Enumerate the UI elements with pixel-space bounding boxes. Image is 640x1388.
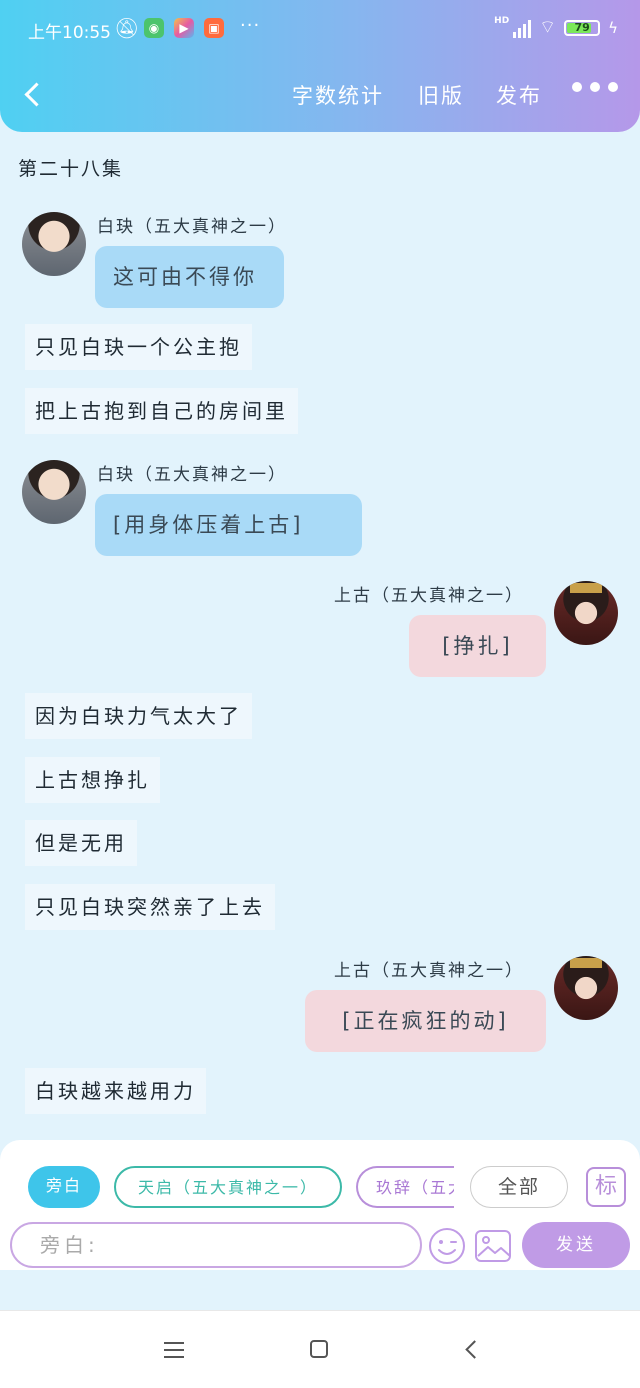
speaker-name: 白玦（五大真神之一）	[97, 217, 287, 237]
android-app-icon: ◉	[144, 18, 164, 38]
speaker-name: 上古（五大真神之一）	[334, 961, 524, 981]
menu-icon[interactable]	[164, 1342, 184, 1358]
avatar-baijue[interactable]	[22, 212, 86, 276]
chevron-left-icon[interactable]	[20, 78, 48, 112]
status-more-icon: ···	[240, 15, 261, 36]
narration-item[interactable]: 白玦越来越用力	[25, 1068, 206, 1114]
video-app-icon: ▣	[204, 18, 224, 38]
battery-level: 79	[574, 20, 590, 34]
send-button[interactable]: 发送	[522, 1222, 630, 1268]
system-nav-bar	[0, 1310, 640, 1388]
tag-button[interactable]: 标	[586, 1167, 626, 1207]
role-pill-jiuci[interactable]: 玖辞（五大	[356, 1166, 454, 1208]
status-bar: 上午10:55 🔕︎ ◉ ▶ ▣ ··· HD ⌔ 79 ϟ	[28, 15, 618, 43]
app-header: 上午10:55 🔕︎ ◉ ▶ ▣ ··· HD ⌔ 79 ϟ 字数统计 旧版 发…	[0, 0, 640, 132]
role-pill-narrator[interactable]: 旁白	[28, 1166, 100, 1208]
speaker-name: 上古（五大真神之一）	[334, 586, 524, 606]
home-icon[interactable]	[310, 1340, 328, 1358]
smile-wink-icon[interactable]	[428, 1227, 466, 1265]
dialog-bubble[interactable]: 这可由不得你	[95, 246, 284, 308]
charging-icon: ϟ	[608, 18, 618, 37]
signal-icon	[513, 18, 532, 38]
narration-item[interactable]: 上古想挣扎	[25, 757, 160, 803]
status-right: HD ⌔ 79 ϟ	[494, 16, 618, 39]
all-roles-button[interactable]: 全部	[470, 1166, 568, 1208]
dialog-bubble[interactable]: [正在疯狂的动]	[305, 990, 546, 1052]
narration-item[interactable]: 把上古抱到自己的房间里	[25, 388, 298, 434]
speaker-name: 白玦（五大真神之一）	[97, 465, 287, 485]
bell-off-icon: 🔕︎	[114, 16, 140, 40]
avatar-shanggu[interactable]	[554, 581, 618, 645]
old-version-button[interactable]: 旧版	[418, 80, 464, 110]
avatar-baijue[interactable]	[22, 460, 86, 524]
back-icon[interactable]	[464, 1342, 478, 1356]
wifi-icon: ⌔	[539, 17, 557, 38]
publish-button[interactable]: 发布	[496, 80, 542, 110]
image-icon[interactable]	[474, 1227, 512, 1265]
episode-title: 第二十八集	[18, 158, 124, 180]
narration-item[interactable]: 因为白玦力气太大了	[25, 693, 252, 739]
narration-item[interactable]: 只见白玦一个公主抱	[25, 324, 252, 370]
message-input[interactable]: 旁白:	[10, 1222, 422, 1268]
dialog-bubble[interactable]: [挣扎]	[409, 615, 546, 677]
status-time: 上午10:55	[28, 23, 111, 43]
battery-icon: 79	[564, 19, 601, 36]
network-type: HD	[494, 16, 510, 26]
role-pill-tianqi[interactable]: 天启（五大真神之一）	[114, 1166, 342, 1208]
narration-item[interactable]: 但是无用	[25, 820, 137, 866]
word-count-button[interactable]: 字数统计	[292, 80, 384, 110]
more-dots-icon[interactable]	[572, 82, 618, 92]
narration-item[interactable]: 只见白玦突然亲了上去	[25, 884, 275, 930]
dialog-bubble[interactable]: [用身体压着上古]	[95, 494, 362, 556]
avatar-shanggu[interactable]	[554, 956, 618, 1020]
game-app-icon: ▶	[174, 18, 194, 38]
